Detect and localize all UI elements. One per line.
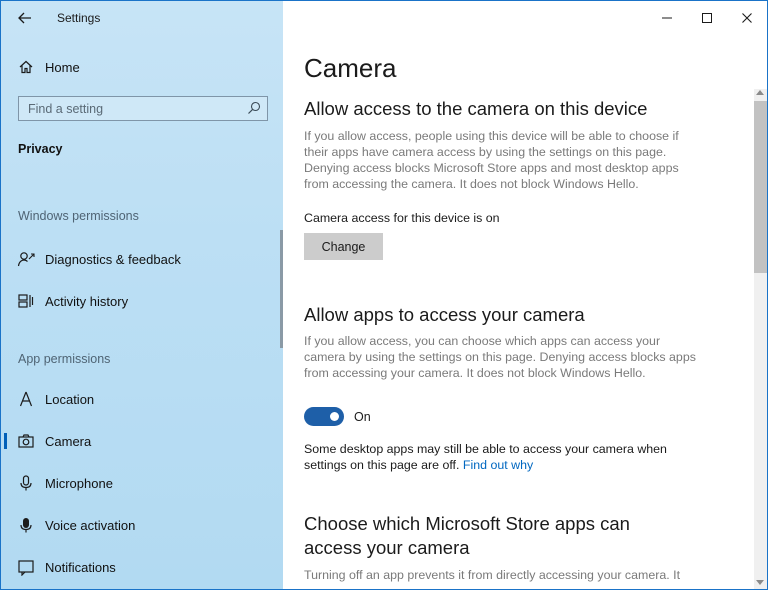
minimize-button[interactable] [653,7,681,29]
page-title: Camera [304,53,397,83]
store-apps-description: Turning off an app prevents it from dire… [304,568,681,582]
desktop-apps-note: Some desktop apps may still be able to a… [304,441,674,473]
home-icon [17,58,35,76]
search-input[interactable] [19,97,248,120]
sidebar-item-label: Diagnostics & feedback [45,251,181,267]
main-content: Camera Allow access to the camera on thi… [283,1,767,589]
microphone-icon [17,474,35,492]
search-icon[interactable] [247,101,261,115]
find-out-why-link[interactable]: Find out why [463,458,533,472]
privacy-heading: Privacy [18,142,63,156]
maximize-button[interactable] [693,7,721,29]
location-icon [17,390,35,408]
store-apps-heading: Choose which Microsoft Store apps can ac… [304,513,630,558]
sidebar-item-location[interactable]: Location [1,382,279,416]
toggle-knob [330,412,339,421]
sidebar-item-label: Camera [45,433,92,449]
device-access-status: Camera access for this device is on [304,211,500,225]
voice-activation-icon [17,516,35,534]
search-box[interactable] [18,96,268,121]
activity-history-icon [17,292,35,310]
sidebar: Settings Home Privacy Windows permission… [1,1,283,589]
sidebar-item-label: Location [45,391,95,407]
toggle-state-label: On [354,410,371,424]
device-access-description: If you allow access, people using this d… [304,129,679,191]
close-button[interactable] [733,7,761,29]
apps-access-toggle[interactable] [304,407,344,426]
back-arrow-icon [18,12,31,24]
back-button[interactable] [11,7,39,29]
notifications-icon [17,558,35,576]
apps-access-description: If you allow access, you can choose whic… [304,334,696,380]
app-title: Settings [57,11,101,25]
sidebar-item-diagnostics[interactable]: Diagnostics & feedback [1,242,279,276]
sidebar-item-label: Activity history [45,293,129,309]
minimize-icon [662,17,672,19]
main-scrollbar-thumb[interactable] [754,101,767,273]
sidebar-item-label: Notifications [45,559,116,575]
change-button[interactable]: Change [304,233,383,260]
app-permissions-heading: App permissions [18,352,111,366]
sidebar-item-activity-history[interactable]: Activity history [1,284,279,318]
close-icon [742,13,752,23]
device-access-heading: Allow access to the camera on this devic… [304,98,648,119]
camera-icon [17,432,35,450]
sidebar-item-voice-activation[interactable]: Voice activation [1,508,279,542]
sidebar-item-notifications[interactable]: Notifications [1,550,279,584]
diagnostics-icon [17,250,35,268]
windows-permissions-heading: Windows permissions [18,209,139,223]
sidebar-item-camera[interactable]: Camera [1,424,279,458]
scroll-up-icon[interactable] [756,90,764,95]
apps-access-heading: Allow apps to access your camera [304,304,585,325]
scroll-down-icon[interactable] [756,580,764,585]
sidebar-item-label: Home [45,59,80,75]
maximize-icon [702,13,712,23]
sidebar-item-label: Microphone [45,475,113,491]
settings-window: Settings Home Privacy Windows permission… [0,0,768,590]
sidebar-item-label: Voice activation [45,517,136,533]
sidebar-item-microphone[interactable]: Microphone [1,466,279,500]
sidebar-item-home[interactable]: Home [1,50,279,84]
